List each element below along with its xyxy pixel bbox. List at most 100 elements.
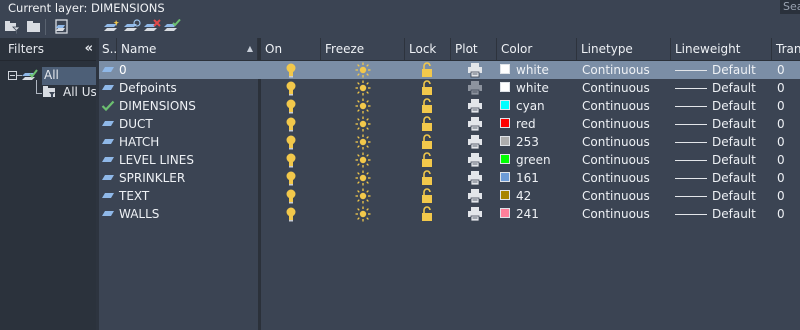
lineweight-sample-line bbox=[675, 106, 707, 107]
col-lock[interactable]: Lock bbox=[405, 38, 451, 60]
color-name[interactable]: cyan bbox=[516, 97, 545, 115]
color-swatch[interactable] bbox=[500, 64, 510, 74]
layer-row[interactable]: 0 white Continuous Default 0 bbox=[99, 61, 800, 79]
layer-name[interactable]: DUCT bbox=[119, 115, 153, 133]
transparency-value[interactable]: 0 bbox=[777, 205, 785, 223]
layer-status-icon[interactable] bbox=[101, 207, 115, 224]
layer-name[interactable]: WALLS bbox=[119, 205, 159, 223]
transparency-value[interactable]: 0 bbox=[777, 169, 785, 187]
delete-layer-icon[interactable] bbox=[144, 19, 162, 35]
lineweight-value[interactable]: Default bbox=[712, 115, 756, 133]
col-status[interactable]: S... bbox=[99, 38, 117, 60]
layer-status-icon[interactable] bbox=[101, 171, 115, 188]
col-color[interactable]: Color bbox=[497, 38, 577, 60]
lineweight-value[interactable]: Default bbox=[712, 61, 756, 79]
col-on[interactable]: On bbox=[261, 38, 321, 60]
transparency-value[interactable]: 0 bbox=[777, 133, 785, 151]
layer-name[interactable]: 0 bbox=[119, 61, 127, 79]
new-layer-vp-frozen-icon[interactable] bbox=[124, 19, 142, 35]
col-transparency[interactable]: Transparency bbox=[772, 38, 800, 60]
layer-status-icon[interactable] bbox=[101, 81, 115, 98]
linetype-value[interactable]: Continuous bbox=[582, 115, 650, 133]
filter-tree-all[interactable]: All bbox=[8, 67, 96, 85]
lineweight-value[interactable]: Default bbox=[712, 205, 756, 223]
lineweight-value[interactable]: Default bbox=[712, 187, 756, 205]
layer-row[interactable]: SPRINKLER 161 Continuous Default 0 bbox=[99, 169, 800, 187]
col-name[interactable]: Name ▲ bbox=[117, 38, 258, 60]
transparency-value[interactable]: 0 bbox=[777, 61, 785, 79]
lineweight-value[interactable]: Default bbox=[712, 133, 756, 151]
layer-status-icon[interactable] bbox=[101, 63, 115, 80]
color-name[interactable]: 161 bbox=[516, 169, 539, 187]
on-bulb-icon[interactable] bbox=[284, 206, 298, 225]
layer-row[interactable]: DUCT red Continuous Default 0 bbox=[99, 115, 800, 133]
layer-row[interactable]: DIMENSIONS cyan Continuous Default 0 bbox=[99, 97, 800, 115]
transparency-value[interactable]: 0 bbox=[777, 151, 785, 169]
layer-states-icon[interactable] bbox=[53, 19, 71, 35]
layer-name[interactable]: HATCH bbox=[119, 133, 159, 151]
color-swatch[interactable] bbox=[500, 136, 510, 146]
color-name[interactable]: 42 bbox=[516, 187, 531, 205]
linetype-value[interactable]: Continuous bbox=[582, 187, 650, 205]
current-layer-check-icon[interactable] bbox=[101, 99, 115, 116]
layer-row[interactable]: WALLS 241 Continuous Default 0 bbox=[99, 205, 800, 223]
freeze-sun-icon[interactable] bbox=[355, 206, 371, 225]
transparency-value[interactable]: 0 bbox=[777, 79, 785, 97]
layer-name[interactable]: DIMENSIONS bbox=[119, 97, 196, 115]
col-plot[interactable]: Plot bbox=[451, 38, 497, 60]
linetype-value[interactable]: Continuous bbox=[582, 169, 650, 187]
layer-row[interactable]: LEVEL LINES green Continuous Default 0 bbox=[99, 151, 800, 169]
color-swatch[interactable] bbox=[500, 118, 510, 128]
lineweight-value[interactable]: Default bbox=[712, 169, 756, 187]
layer-name[interactable]: TEXT bbox=[119, 187, 149, 205]
search-input[interactable]: Search bbox=[780, 0, 800, 14]
color-name[interactable]: 241 bbox=[516, 205, 539, 223]
color-name[interactable]: 253 bbox=[516, 133, 539, 151]
new-group-filter-icon[interactable] bbox=[25, 19, 43, 35]
color-swatch[interactable] bbox=[500, 100, 510, 110]
col-linetype[interactable]: Linetype bbox=[577, 38, 671, 60]
new-layer-icon[interactable] bbox=[104, 19, 122, 35]
transparency-value[interactable]: 0 bbox=[777, 115, 785, 133]
linetype-value[interactable]: Continuous bbox=[582, 61, 650, 79]
filter-tree-all-used[interactable]: All Used Layers bbox=[8, 84, 155, 104]
col-lineweight[interactable]: Lineweight bbox=[671, 38, 772, 60]
color-name[interactable]: green bbox=[516, 151, 551, 169]
transparency-value[interactable]: 0 bbox=[777, 187, 785, 205]
layer-status-icon[interactable] bbox=[101, 135, 115, 152]
lineweight-value[interactable]: Default bbox=[712, 97, 756, 115]
layer-status-icon[interactable] bbox=[101, 153, 115, 170]
layer-row[interactable]: Defpoints white Continuous Default 0 bbox=[99, 79, 800, 97]
new-property-filter-icon[interactable] bbox=[4, 19, 22, 35]
color-swatch[interactable] bbox=[500, 208, 510, 218]
set-current-icon[interactable] bbox=[164, 18, 182, 35]
layer-status-icon[interactable] bbox=[101, 189, 115, 206]
linetype-value[interactable]: Continuous bbox=[582, 151, 650, 169]
color-swatch[interactable] bbox=[500, 172, 510, 182]
linetype-value[interactable]: Continuous bbox=[582, 97, 650, 115]
col-freeze[interactable]: Freeze bbox=[321, 38, 405, 60]
linetype-value[interactable]: Continuous bbox=[582, 133, 650, 151]
collapse-filters-icon[interactable]: « bbox=[85, 41, 94, 56]
layer-name[interactable]: LEVEL LINES bbox=[119, 151, 194, 169]
color-name[interactable]: white bbox=[516, 79, 549, 97]
color-swatch[interactable] bbox=[500, 82, 510, 92]
plot-printer-icon[interactable] bbox=[467, 206, 483, 225]
layer-row[interactable]: TEXT 42 Continuous Default 0 bbox=[99, 187, 800, 205]
transparency-value[interactable]: 0 bbox=[777, 97, 785, 115]
lineweight-value[interactable]: Default bbox=[712, 151, 756, 169]
color-name[interactable]: white bbox=[516, 61, 549, 79]
layer-row[interactable]: HATCH 253 Continuous Default 0 bbox=[99, 133, 800, 151]
linetype-value[interactable]: Continuous bbox=[582, 205, 650, 223]
color-swatch[interactable] bbox=[500, 190, 510, 200]
layer-status-icon[interactable] bbox=[101, 117, 115, 134]
used-layers-filter-icon bbox=[42, 85, 58, 104]
layer-name[interactable]: SPRINKLER bbox=[119, 169, 185, 187]
color-name[interactable]: red bbox=[516, 115, 536, 133]
unlocked-icon[interactable] bbox=[420, 206, 434, 225]
layer-name[interactable]: Defpoints bbox=[119, 79, 177, 97]
color-swatch[interactable] bbox=[500, 154, 510, 164]
linetype-value[interactable]: Continuous bbox=[582, 79, 650, 97]
lineweight-sample-line bbox=[675, 70, 707, 71]
lineweight-value[interactable]: Default bbox=[712, 79, 756, 97]
